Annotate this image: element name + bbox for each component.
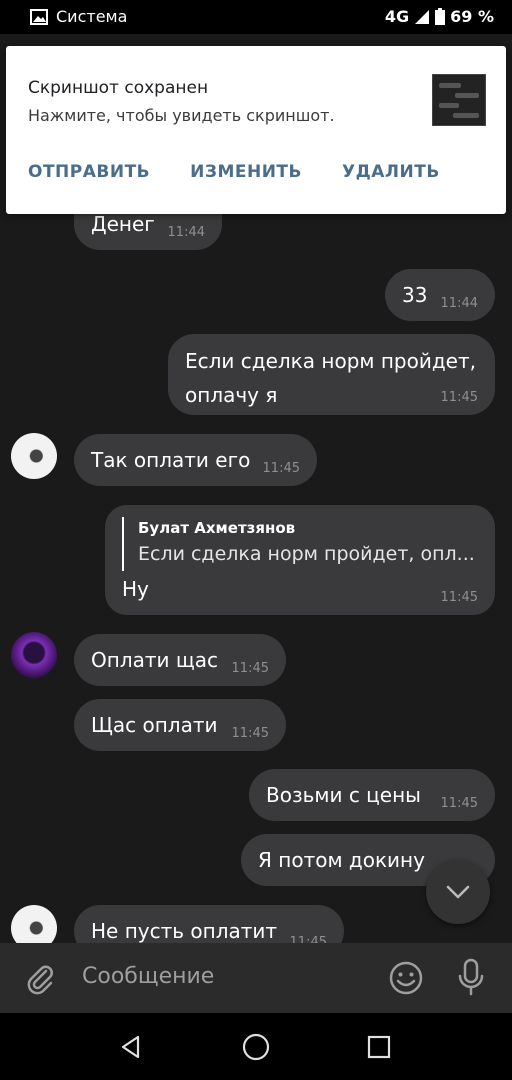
- home-icon[interactable]: [241, 1032, 271, 1062]
- message-text: Я потом докину: [258, 848, 425, 872]
- notification-subtitle: Нажмите, чтобы увидеть скриншот.: [28, 106, 335, 125]
- screenshot-notification[interactable]: Скриншот сохранен Нажмите, чтобы увидеть…: [6, 46, 506, 214]
- signal-icon: [415, 9, 430, 24]
- screenshot-thumbnail[interactable]: [432, 74, 486, 126]
- back-icon[interactable]: [117, 1033, 145, 1061]
- message-bubble[interactable]: Булат Ахметзянов Если сделка норм пройде…: [105, 505, 495, 615]
- recents-icon[interactable]: [366, 1034, 392, 1060]
- network-type: 4G: [384, 7, 410, 26]
- avatar[interactable]: [11, 905, 57, 943]
- message-bubble[interactable]: Оплати щас 11:45: [74, 634, 286, 686]
- edit-button[interactable]: ИЗМЕНИТЬ: [190, 162, 302, 182]
- message-text: Возьми с цены: [266, 783, 421, 807]
- message-text: Щас оплати: [91, 713, 218, 737]
- avatar[interactable]: [11, 433, 57, 479]
- reply-author: Булат Ахметзянов: [138, 519, 296, 537]
- message-text: Ну: [122, 577, 149, 601]
- reply-quote[interactable]: Булат Ахметзянов Если сделка норм пройде…: [122, 517, 475, 571]
- message-time: 11:45: [262, 461, 300, 476]
- message-bubble[interactable]: 33 11:44: [385, 269, 495, 321]
- paperclip-icon[interactable]: [24, 961, 56, 995]
- message-text: Денег: [91, 212, 155, 236]
- scroll-down-button[interactable]: [426, 860, 490, 924]
- message-text: Так оплати его: [91, 448, 251, 472]
- message-time: 11:45: [231, 726, 269, 741]
- reply-text: Если сделка норм пройдет, опл...: [138, 543, 475, 565]
- message-time: 11:44: [167, 225, 205, 240]
- image-icon: [30, 8, 48, 25]
- message-bubble[interactable]: Если сделка норм пройдет, оплачу я 11:45: [168, 334, 495, 415]
- avatar[interactable]: [11, 632, 57, 678]
- message-composer: Сообщение: [0, 943, 512, 1013]
- message-time: 11:45: [440, 796, 478, 811]
- chevron-down-icon: [446, 885, 470, 899]
- navigation-bar: [0, 1013, 512, 1080]
- message-input[interactable]: Сообщение: [82, 964, 214, 989]
- message-time: 11:45: [231, 661, 269, 676]
- message-text: Оплати щас: [91, 648, 218, 672]
- message-bubble[interactable]: Не пусть оплатит 11:45: [74, 905, 344, 943]
- microphone-icon[interactable]: [456, 958, 486, 998]
- message-bubble[interactable]: Щас оплати 11:45: [74, 699, 286, 751]
- message-bubble[interactable]: Так оплати его 11:45: [74, 434, 317, 486]
- message-time: 11:45: [289, 935, 327, 943]
- send-button[interactable]: ОТПРАВИТЬ: [28, 162, 150, 182]
- message-text: 33: [402, 283, 428, 307]
- emoji-icon[interactable]: [388, 960, 424, 996]
- message-time: 11:45: [440, 590, 478, 605]
- status-app-name: Система: [56, 7, 128, 26]
- message-bubble[interactable]: Возьми с цены 11:45: [249, 769, 495, 821]
- notification-title: Скриншот сохранен: [28, 78, 209, 98]
- message-text: Не пусть оплатит: [91, 919, 278, 943]
- battery-icon: [435, 8, 446, 25]
- status-bar: Система 4G 69 %: [0, 0, 512, 34]
- message-time: 11:44: [440, 296, 478, 311]
- battery-level: 69 %: [450, 7, 494, 26]
- delete-button[interactable]: УДАЛИТЬ: [342, 162, 440, 182]
- message-time: 11:45: [440, 390, 478, 405]
